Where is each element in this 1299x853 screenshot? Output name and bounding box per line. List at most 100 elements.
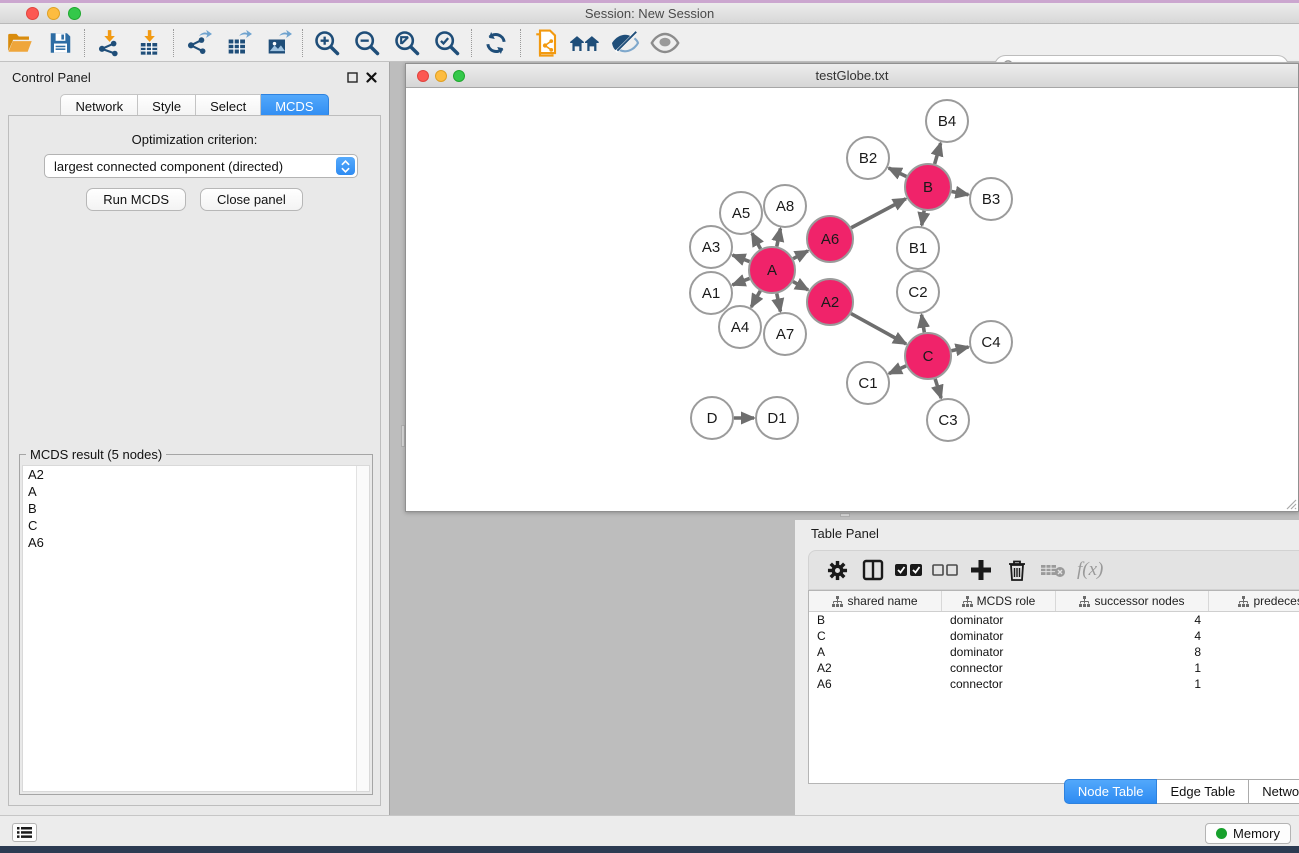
open-file-button[interactable] — [0, 26, 40, 60]
node-A5[interactable]: A5 — [720, 192, 762, 234]
svg-text:C1: C1 — [858, 375, 877, 392]
export-network-button[interactable] — [178, 26, 218, 60]
tab-network-table[interactable]: Network Table — [1249, 779, 1299, 804]
node-B1[interactable]: B1 — [897, 227, 939, 269]
table-settings-button[interactable] — [819, 554, 855, 586]
run-mcds-button[interactable]: Run MCDS — [86, 188, 186, 211]
node-A2[interactable]: A2 — [807, 279, 853, 325]
hide-selection-button[interactable] — [605, 26, 645, 60]
node-A1[interactable]: A1 — [690, 272, 732, 314]
function-builder-button[interactable]: f(x) — [1071, 554, 1103, 586]
node-C4[interactable]: C4 — [970, 321, 1012, 363]
mcds-result-item[interactable]: B — [23, 500, 369, 517]
node-A6[interactable]: A6 — [807, 216, 853, 262]
zoom-selected-button[interactable] — [427, 26, 467, 60]
node-B3[interactable]: B3 — [970, 178, 1012, 220]
import-table-button[interactable] — [129, 26, 169, 60]
edge-B-B1[interactable] — [922, 211, 924, 226]
node-A[interactable]: A — [749, 247, 795, 293]
delete-table-button[interactable] — [1035, 554, 1071, 586]
edge-A-A2[interactable] — [793, 282, 808, 290]
node-A3[interactable]: A3 — [690, 226, 732, 268]
first-neighbors-button[interactable] — [565, 26, 605, 60]
export-table-button[interactable] — [218, 26, 258, 60]
edge-B-B2[interactable] — [889, 168, 907, 177]
select-stepper[interactable] — [336, 157, 355, 175]
task-history-button[interactable] — [12, 823, 37, 842]
network-canvas[interactable]: B4 B2 B B3 A5A8A6 B1 A3 A C2 A1 A2 A4A7 C4 C C1 C3 D D1 — [407, 89, 1297, 510]
chevron-down-icon — [341, 167, 350, 173]
column-header-successor-nodes[interactable]: successor nodes — [1056, 591, 1209, 611]
edge-A-A8[interactable] — [777, 229, 781, 247]
optimization-criterion-select[interactable]: largest connected component (directed) — [44, 154, 358, 178]
new-network-from-selection-button[interactable] — [525, 26, 565, 60]
edge-A-A3[interactable] — [733, 255, 750, 261]
mcds-result-item[interactable]: A2 — [23, 466, 369, 483]
import-network-button[interactable] — [89, 26, 129, 60]
select-all-columns-button[interactable] — [891, 554, 927, 586]
network-graph[interactable]: B4 B2 B B3 A5A8A6 B1 A3 A C2 A1 A2 A4A7 C4 C C1 C3 D D1 — [407, 89, 1299, 512]
mcds-result-item[interactable]: A6 — [23, 534, 369, 551]
table-row[interactable]: Adominator80A — [809, 644, 1299, 660]
node-C3[interactable]: C3 — [927, 399, 969, 441]
deselect-all-columns-button[interactable] — [927, 554, 963, 586]
node-C2[interactable]: C2 — [897, 271, 939, 313]
network-window-titlebar[interactable]: testGlobe.txt — [406, 64, 1298, 88]
save-session-button[interactable] — [40, 26, 80, 60]
table-row[interactable]: Cdominator41C — [809, 628, 1299, 644]
table-row[interactable]: A6connector11A6 — [809, 676, 1299, 692]
mcds-result-item[interactable]: A — [23, 483, 369, 500]
mcds-result-list[interactable]: A2ABCA6 — [22, 465, 370, 792]
node-B2[interactable]: B2 — [847, 137, 889, 179]
control-panel-header: Control Panel — [0, 62, 389, 92]
refresh-button[interactable] — [476, 26, 516, 60]
table-row[interactable]: Bdominator41B — [809, 612, 1299, 628]
node-B[interactable]: B — [905, 164, 951, 210]
show-columns-button[interactable] — [855, 554, 891, 586]
tab-edge-table[interactable]: Edge Table — [1157, 779, 1249, 804]
zoom-in-button[interactable] — [307, 26, 347, 60]
create-column-button[interactable] — [963, 554, 999, 586]
edge-A-A1[interactable] — [733, 278, 750, 284]
close-panel-icon[interactable] — [366, 72, 377, 83]
node-C[interactable]: C — [905, 333, 951, 379]
resize-grip-icon[interactable] — [1283, 496, 1297, 510]
memory-button[interactable]: Memory — [1205, 823, 1291, 844]
edge-C-C4[interactable] — [951, 347, 968, 351]
node-D[interactable]: D — [691, 397, 733, 439]
float-panel-icon[interactable] — [347, 72, 358, 83]
edge-C-C1[interactable] — [889, 366, 906, 374]
edge-A-A6[interactable] — [793, 251, 808, 259]
column-header-mcds-role[interactable]: MCDS role — [942, 591, 1056, 611]
export-image-button[interactable] — [258, 26, 298, 60]
table-row[interactable]: A2connector11A2 — [809, 660, 1299, 676]
edge-A-A4[interactable] — [751, 291, 760, 307]
zoom-out-button[interactable] — [347, 26, 387, 60]
edge-A6-B[interactable] — [851, 199, 906, 228]
node-A8[interactable]: A8 — [764, 185, 806, 227]
edge-A-A5[interactable] — [752, 233, 761, 249]
column-header-predecessor-nodes[interactable]: predecessor nodes — [1209, 591, 1299, 611]
column-header-shared-name[interactable]: shared name — [809, 591, 942, 611]
node-D1[interactable]: D1 — [756, 397, 798, 439]
delete-column-button[interactable] — [999, 554, 1035, 586]
edge-B-B4[interactable] — [935, 143, 941, 164]
node-A7[interactable]: A7 — [764, 313, 806, 355]
mcds-list-scrollbar[interactable] — [356, 466, 369, 791]
splitter-grip-horizontal[interactable] — [840, 513, 850, 517]
close-panel-button[interactable]: Close panel — [200, 188, 303, 211]
mcds-result-item[interactable]: C — [23, 517, 369, 534]
svg-text:D1: D1 — [767, 410, 786, 427]
node-A4[interactable]: A4 — [719, 306, 761, 348]
tab-node-table[interactable]: Node Table — [1064, 779, 1158, 804]
edge-A2-C[interactable] — [851, 314, 906, 344]
edge-C-C3[interactable] — [935, 379, 941, 398]
edge-B-B3[interactable] — [952, 191, 969, 194]
node-B4[interactable]: B4 — [926, 100, 968, 142]
show-all-button[interactable] — [645, 26, 685, 60]
edge-A-A7[interactable] — [777, 294, 781, 312]
edge-C-C2[interactable] — [922, 315, 925, 333]
node-C1[interactable]: C1 — [847, 362, 889, 404]
zoom-fit-button[interactable] — [387, 26, 427, 60]
column-label: predecessor nodes — [1253, 594, 1299, 608]
